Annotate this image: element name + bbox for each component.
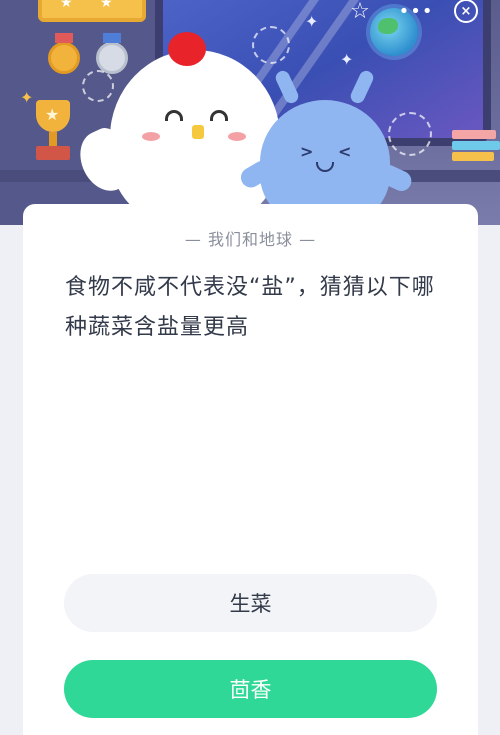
sparkle-icon: ✦ xyxy=(305,12,319,31)
dashed-ring xyxy=(388,112,432,156)
option-button-a[interactable]: 生菜 xyxy=(64,574,437,632)
quiz-card: — 我们和地球 — 食物不咸不代表没“盐”，猜猜以下哪种蔬菜含盐量更高 生菜 茴… xyxy=(23,204,478,735)
dashed-ring xyxy=(252,26,290,64)
books xyxy=(452,130,500,170)
close-icon[interactable]: × xyxy=(451,0,481,26)
star-icon: ★ xyxy=(100,0,113,11)
quiz-question: 食物不咸不代表没“盐”，猜猜以下哪种蔬菜含盐量更高 xyxy=(65,275,435,340)
chicken-mascot xyxy=(71,32,280,225)
more-icon[interactable]: ••• xyxy=(399,0,433,26)
award-frame: ★ ★ xyxy=(38,0,146,22)
silver-medal-icon xyxy=(96,33,128,74)
hero-illustration: ★ ★ ✦ ✦ ✦ >< xyxy=(0,0,500,225)
option-button-b[interactable]: 茴香 xyxy=(64,660,437,718)
sparkle-icon: ✦ xyxy=(20,88,34,107)
dashed-ring xyxy=(82,70,114,102)
gold-medal-icon xyxy=(48,33,80,74)
close-glyph: × xyxy=(454,0,478,23)
star-outline-icon[interactable]: ☆ xyxy=(345,0,375,26)
top-action-bar: ☆ ••• × xyxy=(341,0,491,24)
quiz-subtitle: — 我们和地球 — xyxy=(184,230,317,249)
star-icon: ★ xyxy=(60,0,73,11)
sparkle-icon: ✦ xyxy=(340,50,354,69)
trophy-icon xyxy=(28,100,78,170)
